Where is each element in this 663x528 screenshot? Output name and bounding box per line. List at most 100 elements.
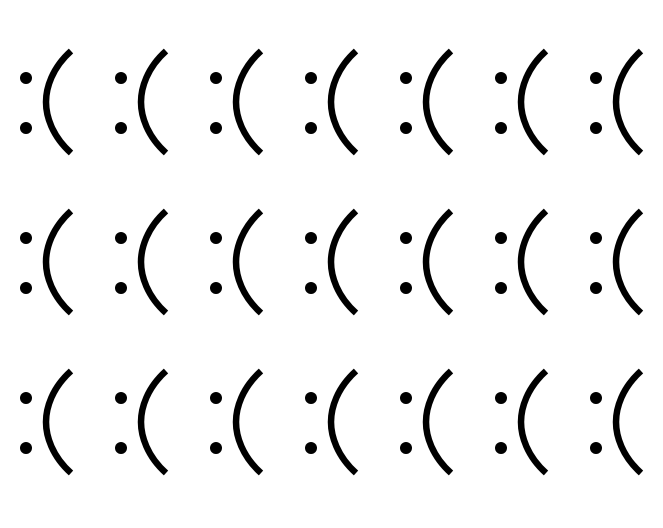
colon-upper-dot [590,72,602,84]
sad-face-icon [210,48,264,156]
sad-face-icon [305,48,359,156]
open-paren-mouth [327,48,359,156]
colon-lower-dot [590,282,602,294]
sad-face-icon [20,48,74,156]
colon-lower-dot [210,282,222,294]
colon-lower-dot [590,442,602,454]
open-paren-mouth [612,48,644,156]
sad-face-icon [590,48,644,156]
colon-upper-dot [210,392,222,404]
sad-face-icon [115,48,169,156]
sad-face-emoticon [110,48,205,208]
sad-face-icon [115,368,169,476]
open-paren-mouth [42,368,74,476]
sad-face-emoticon [205,208,300,368]
colon-lower-dot [115,282,127,294]
open-paren-mouth [232,368,264,476]
open-paren-mouth [42,48,74,156]
colon-lower-dot [305,282,317,294]
colon-upper-dot [400,392,412,404]
open-paren-mouth [517,208,549,316]
colon-lower-dot [400,442,412,454]
colon-lower-dot [400,122,412,134]
colon-upper-dot [20,392,32,404]
sad-face-emoticon [110,368,205,528]
sad-face-icon [495,208,549,316]
sad-face-emoticon [585,368,663,528]
open-paren-mouth [517,368,549,476]
colon-upper-dot [590,392,602,404]
sad-face-grid [0,0,663,476]
colon-lower-dot [305,122,317,134]
sad-face-emoticon [15,208,110,368]
colon-lower-dot [115,442,127,454]
colon-lower-dot [400,282,412,294]
open-paren-mouth [517,48,549,156]
sad-face-emoticon [300,48,395,208]
colon-upper-dot [495,392,507,404]
colon-upper-dot [20,72,32,84]
colon-upper-dot [115,392,127,404]
colon-upper-dot [495,232,507,244]
open-paren-mouth [612,368,644,476]
sad-face-emoticon [300,368,395,528]
colon-lower-dot [590,122,602,134]
colon-upper-dot [305,392,317,404]
colon-upper-dot [210,232,222,244]
open-paren-mouth [422,368,454,476]
colon-upper-dot [590,232,602,244]
sad-face-emoticon [395,208,490,368]
colon-lower-dot [20,122,32,134]
sad-face-icon [495,48,549,156]
colon-lower-dot [20,282,32,294]
sad-face-emoticon [490,208,585,368]
sad-face-emoticon [205,48,300,208]
colon-upper-dot [400,232,412,244]
sad-face-icon [210,368,264,476]
sad-face-emoticon [205,368,300,528]
open-paren-mouth [422,48,454,156]
colon-upper-dot [20,232,32,244]
open-paren-mouth [137,48,169,156]
colon-upper-dot [400,72,412,84]
open-paren-mouth [422,208,454,316]
colon-lower-dot [210,122,222,134]
sad-face-icon [305,368,359,476]
sad-face-emoticon [490,48,585,208]
colon-upper-dot [115,232,127,244]
open-paren-mouth [42,208,74,316]
open-paren-mouth [327,368,359,476]
colon-lower-dot [210,442,222,454]
sad-face-icon [400,208,454,316]
colon-lower-dot [115,122,127,134]
colon-upper-dot [210,72,222,84]
sad-face-icon [20,208,74,316]
sad-face-icon [495,368,549,476]
colon-upper-dot [305,232,317,244]
sad-face-icon [400,48,454,156]
colon-lower-dot [495,122,507,134]
sad-face-emoticon [300,208,395,368]
sad-face-icon [115,208,169,316]
colon-upper-dot [305,72,317,84]
sad-face-icon [400,368,454,476]
sad-face-icon [210,208,264,316]
colon-lower-dot [495,282,507,294]
sad-face-icon [590,208,644,316]
sad-face-icon [305,208,359,316]
open-paren-mouth [137,208,169,316]
colon-upper-dot [495,72,507,84]
sad-face-emoticon [490,368,585,528]
colon-lower-dot [305,442,317,454]
sad-face-emoticon [15,368,110,528]
sad-face-emoticon [585,208,663,368]
sad-face-emoticon [15,48,110,208]
sad-face-icon [20,368,74,476]
sad-face-emoticon [395,48,490,208]
open-paren-mouth [232,48,264,156]
sad-face-emoticon [395,368,490,528]
colon-upper-dot [115,72,127,84]
sad-face-emoticon [585,48,663,208]
sad-face-icon [590,368,644,476]
open-paren-mouth [612,208,644,316]
